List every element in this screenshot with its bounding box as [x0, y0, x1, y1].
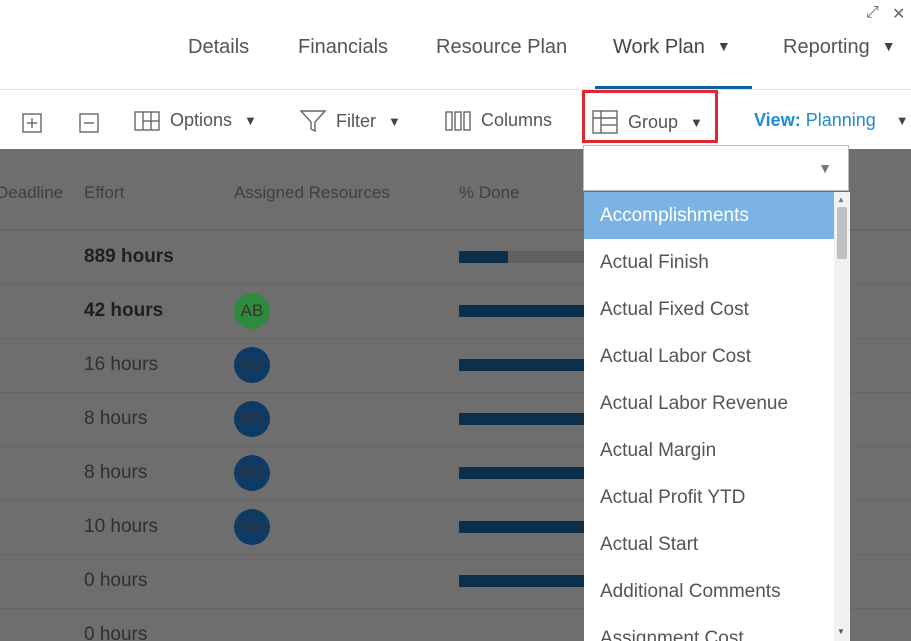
divider	[0, 89, 911, 90]
column-header-deadline[interactable]: Deadline	[0, 183, 63, 203]
tab-work-plan[interactable]: Work Plan ▼	[613, 36, 731, 59]
progress-bar	[459, 413, 589, 425]
group-option[interactable]: Accomplishments	[584, 192, 834, 239]
pop-out-icon[interactable]: ⤢	[866, 4, 879, 22]
plus-square-icon	[22, 113, 42, 133]
effort-cell: 42 hours	[84, 300, 164, 321]
group-option[interactable]: Actual Margin	[584, 427, 834, 474]
tab-work-plan-label: Work Plan	[613, 36, 705, 58]
progress-bar	[459, 251, 508, 263]
close-icon[interactable]: ✕	[892, 4, 905, 24]
group-select-input[interactable]: ▼	[583, 145, 849, 191]
tab-reporting-label: Reporting	[783, 36, 870, 58]
effort-cell: 8 hours	[84, 408, 148, 429]
progress-bar	[459, 521, 589, 533]
group-options-list: Accomplishments Actual Finish Actual Fixed…	[584, 192, 850, 641]
filter-label: Filter	[336, 110, 376, 131]
group-option[interactable]: Actual Finish	[584, 239, 834, 286]
scroll-thumb[interactable]	[837, 207, 847, 259]
columns-label: Columns	[481, 110, 553, 130]
chevron-down-icon: ▼	[895, 113, 909, 128]
avatar[interactable]: AB	[234, 293, 270, 329]
avatar[interactable]: BG	[234, 401, 270, 437]
avatar[interactable]: BG	[234, 347, 270, 383]
group-highlight-box	[582, 90, 718, 143]
tab-details-label: Details	[188, 36, 250, 58]
effort-cell: 0 hours	[84, 624, 148, 641]
options-button[interactable]: Options ▼	[134, 110, 257, 131]
tab-financials[interactable]: Financials	[298, 36, 388, 59]
tab-financials-label: Financials	[298, 36, 389, 58]
progress-bar	[459, 305, 589, 317]
filter-button[interactable]: Filter ▼	[300, 110, 401, 132]
group-option[interactable]: Assignment Cost	[584, 615, 834, 641]
column-header-assigned-resources[interactable]: Assigned Resources	[234, 183, 390, 203]
effort-cell: 8 hours	[84, 462, 148, 483]
minus-square-icon	[79, 113, 99, 133]
progress-bar	[459, 575, 589, 587]
effort-cell: 889 hours	[84, 246, 174, 267]
columns-button[interactable]: Columns	[445, 110, 552, 131]
columns-icon	[445, 110, 471, 131]
column-header-effort[interactable]: Effort	[84, 183, 124, 203]
group-option[interactable]: Actual Fixed Cost	[584, 286, 834, 333]
expand-all-button[interactable]	[22, 113, 52, 133]
tab-reporting[interactable]: Reporting ▼	[783, 36, 896, 59]
progress-bar	[459, 359, 589, 371]
effort-cell: 0 hours	[84, 570, 148, 591]
group-option[interactable]: Actual Labor Cost	[584, 333, 834, 380]
collapse-all-button[interactable]	[79, 113, 109, 133]
effort-cell: 16 hours	[84, 354, 158, 375]
tab-details[interactable]: Details	[188, 36, 249, 59]
chevron-down-icon: ▼	[881, 38, 896, 54]
column-header-percent-done[interactable]: % Done	[459, 183, 519, 203]
chevron-down-icon: ▼	[818, 160, 832, 176]
scroll-down-icon[interactable]: ▼	[837, 627, 845, 636]
tab-resource-plan-label: Resource Plan	[436, 36, 568, 58]
view-value: Planning	[805, 110, 876, 130]
group-option[interactable]: Actual Profit YTD	[584, 474, 834, 521]
view-selector[interactable]: View: Planning ▼	[754, 110, 909, 131]
chevron-down-icon: ▼	[244, 113, 257, 128]
options-label: Options	[170, 110, 233, 130]
scrollbar[interactable]	[834, 192, 850, 641]
avatar[interactable]: BG	[234, 509, 270, 545]
layout-icon	[134, 110, 160, 131]
avatar[interactable]: BG	[234, 455, 270, 491]
group-option[interactable]: Actual Labor Revenue	[584, 380, 834, 427]
effort-cell: 10 hours	[84, 516, 158, 537]
view-label: View:	[754, 110, 801, 130]
group-option[interactable]: Actual Start	[584, 521, 834, 568]
group-option[interactable]: Additional Comments	[584, 568, 834, 615]
chevron-down-icon: ▼	[716, 38, 731, 54]
progress-bar	[459, 467, 589, 479]
chevron-down-icon: ▼	[388, 113, 401, 129]
scroll-up-icon[interactable]: ▲	[837, 195, 845, 204]
tab-resource-plan[interactable]: Resource Plan	[436, 36, 567, 59]
filter-icon	[300, 110, 326, 132]
